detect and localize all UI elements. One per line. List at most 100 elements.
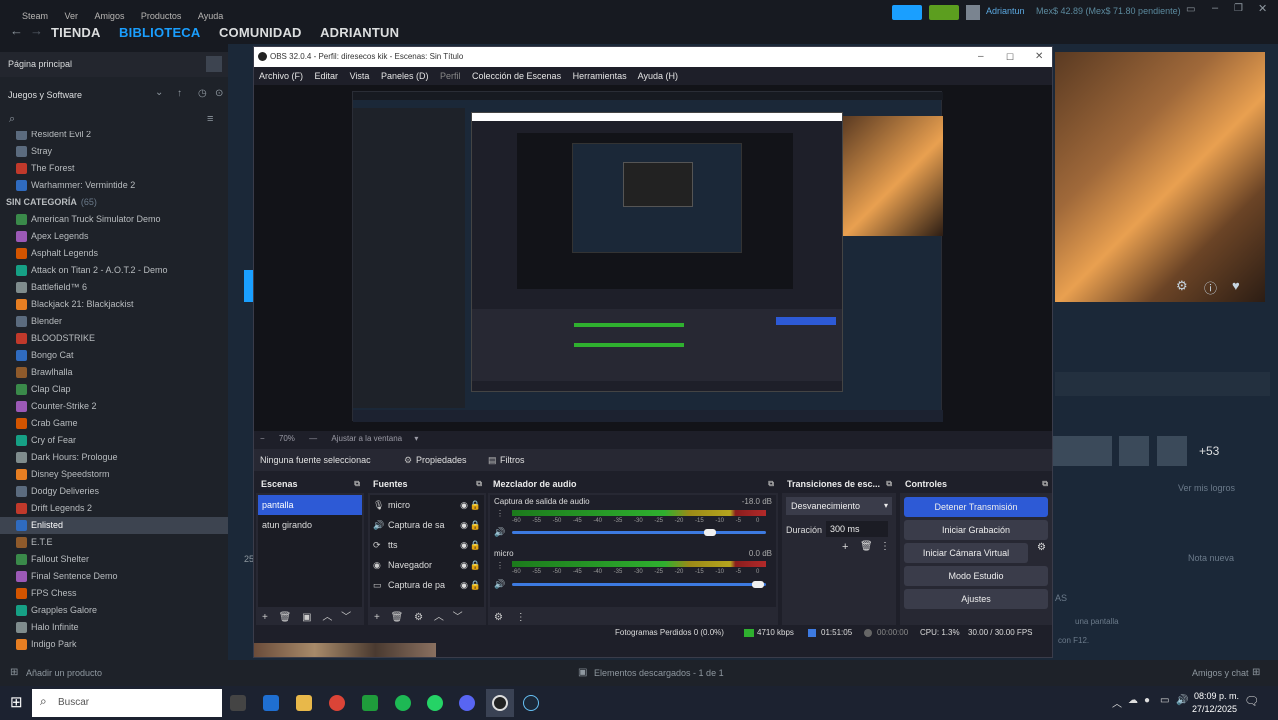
- lock-icon[interactable]: 🔒: [470, 495, 481, 515]
- maximize-icon[interactable]: ❐: [1234, 3, 1243, 14]
- caret-down-icon[interactable]: ▾: [414, 434, 418, 443]
- lock-icon[interactable]: 🔒: [470, 515, 481, 535]
- dock-float-icon[interactable]: ⧉: [354, 475, 360, 493]
- clock-time[interactable]: 08:09 p. m.: [1194, 691, 1239, 701]
- tray-display-icon[interactable]: ▭: [1160, 695, 1169, 706]
- scene-item[interactable]: atun girando: [258, 515, 362, 535]
- minus-icon[interactable]: −: [260, 434, 265, 443]
- add-icon[interactable]: +: [374, 612, 380, 623]
- game-list-item[interactable]: Blackjack 21: Blackjackist: [0, 296, 228, 313]
- downloads-status[interactable]: Elementos descargados - 1 de 1: [594, 660, 724, 686]
- dock-float-icon[interactable]: ⧉: [886, 475, 892, 493]
- duration-input[interactable]: 300 ms: [826, 521, 888, 537]
- lock-icon[interactable]: 🔒: [470, 535, 481, 555]
- back-arrow-icon[interactable]: ←: [10, 23, 23, 38]
- add-icon[interactable]: +: [262, 612, 268, 623]
- trash-icon[interactable]: 🗑: [279, 612, 292, 623]
- category-header[interactable]: SIN CATEGORÍA (65): [0, 194, 228, 211]
- play-filter-icon[interactable]: ⊙: [215, 88, 223, 99]
- achievements-link[interactable]: Ver mis logros: [1178, 483, 1235, 493]
- favorite-heart-icon[interactable]: ♥: [1232, 278, 1240, 293]
- add-icon[interactable]: +: [842, 541, 848, 553]
- kebab-menu-icon[interactable]: ⋮: [880, 541, 890, 552]
- game-list-item[interactable]: Apex Legends: [0, 228, 228, 245]
- speaker-icon[interactable]: 🔊: [494, 579, 505, 590]
- filter-icon[interactable]: ▤: [488, 449, 497, 471]
- dock-float-icon[interactable]: ⧉: [768, 475, 774, 493]
- game-list-item[interactable]: Crab Game: [0, 415, 228, 432]
- close-icon[interactable]: ✕: [1258, 2, 1267, 15]
- game-list-item[interactable]: Clap Clap: [0, 381, 228, 398]
- gear-icon[interactable]: ⚙: [404, 449, 412, 471]
- speaker-icon[interactable]: 🔊: [494, 527, 505, 538]
- visibility-eye-icon[interactable]: ◉: [460, 555, 468, 575]
- dock-float-icon[interactable]: ⧉: [476, 475, 482, 493]
- kebab-menu-icon[interactable]: ⋮: [496, 509, 504, 518]
- start-recording-button[interactable]: Iniciar Grabación: [904, 520, 1048, 540]
- nav-biblioteca[interactable]: BIBLIOTECA: [119, 25, 200, 40]
- game-list-item[interactable]: Brawlhalla: [0, 364, 228, 381]
- tray-volume-icon[interactable]: 🔊: [1176, 695, 1188, 706]
- sort-arrow-icon[interactable]: ↑: [177, 88, 182, 99]
- obs-menu-paneles[interactable]: Paneles (D): [381, 71, 429, 81]
- play-button-edge[interactable]: [244, 270, 253, 302]
- gear-icon[interactable]: ⚙: [414, 612, 423, 623]
- notifications-icon[interactable]: 🗨: [1244, 694, 1259, 708]
- achievement-icon-1[interactable]: [1053, 436, 1083, 466]
- obs-minimize-icon[interactable]: –: [978, 47, 984, 67]
- notifications-button[interactable]: [929, 5, 959, 20]
- xbox-icon[interactable]: [362, 695, 378, 711]
- settings-gear-icon[interactable]: ⚙: [1176, 278, 1188, 294]
- stop-streaming-button[interactable]: Detener Transmisión: [904, 497, 1048, 517]
- friends-chat-button[interactable]: Amigos y chat: [1192, 660, 1249, 686]
- menu-productos[interactable]: Productos: [141, 11, 182, 21]
- visibility-eye-icon[interactable]: ◉: [460, 515, 468, 535]
- chevron-down-icon[interactable]: ⌄: [155, 87, 163, 98]
- achievement-icon-3[interactable]: [1119, 436, 1149, 466]
- obs-menu-herramientas[interactable]: Herramientas: [573, 71, 627, 81]
- trash-icon[interactable]: 🗑: [860, 541, 873, 552]
- move-up-icon[interactable]: ︿: [434, 612, 444, 623]
- grid-view-icon[interactable]: [206, 56, 222, 72]
- game-list-item[interactable]: Blender: [0, 313, 228, 330]
- game-list-item[interactable]: Drift Legends 2: [0, 500, 228, 517]
- game-list-item[interactable]: Indigo Park: [0, 636, 228, 653]
- spotify-icon[interactable]: [395, 695, 411, 711]
- move-up-icon[interactable]: ︿: [322, 612, 332, 623]
- recent-clock-icon[interactable]: ◷: [198, 88, 207, 99]
- scene-filter-icon[interactable]: ▣: [302, 612, 311, 623]
- menu-ayuda[interactable]: Ayuda: [198, 11, 223, 21]
- file-explorer-icon[interactable]: [296, 695, 312, 711]
- minimize-icon[interactable]: –: [1212, 2, 1218, 14]
- scene-item[interactable]: pantalla: [258, 495, 362, 515]
- game-list-item[interactable]: Cry of Fear: [0, 432, 228, 449]
- fit-window-select[interactable]: Ajustar a la ventana: [331, 434, 402, 443]
- taskbar-search[interactable]: ⌕ Buscar: [32, 689, 222, 717]
- obs-preview[interactable]: [254, 85, 1052, 431]
- search-icon[interactable]: ⌕: [9, 113, 15, 126]
- game-list-item[interactable]: Halo Infinite: [0, 619, 228, 636]
- filters-button[interactable]: Filtros: [500, 449, 525, 471]
- virtual-camera-settings-icon[interactable]: ⚙: [1037, 542, 1046, 553]
- obs-maximize-icon[interactable]: ☐: [1006, 47, 1014, 67]
- forward-arrow-icon[interactable]: →: [30, 23, 43, 38]
- settings-button[interactable]: Ajustes: [904, 589, 1048, 609]
- obs-menu-escenas[interactable]: Colección de Escenas: [472, 71, 561, 81]
- nav-tienda[interactable]: TIENDA: [51, 25, 101, 40]
- properties-button[interactable]: Propiedades: [416, 449, 467, 471]
- obs-menu-perfil[interactable]: Perfil: [440, 71, 461, 81]
- achievement-icon-2[interactable]: [1082, 436, 1112, 466]
- volume-slider-knob[interactable]: [704, 529, 717, 536]
- game-list-item[interactable]: BLOODSTRIKE: [0, 330, 228, 347]
- kebab-menu-icon[interactable]: ⋮: [516, 612, 526, 623]
- obs-menu-ayuda[interactable]: Ayuda (H): [638, 71, 678, 81]
- steam-taskbar-icon[interactable]: [523, 695, 539, 711]
- friends-chat-icon[interactable]: ⊞: [1252, 660, 1260, 686]
- game-list-item[interactable]: Final Sentence Demo: [0, 568, 228, 585]
- trash-icon[interactable]: 🗑: [391, 612, 404, 623]
- discord-icon[interactable]: [459, 695, 475, 711]
- game-list-item[interactable]: Attack on Titan 2 - A.O.T.2 - Demo: [0, 262, 228, 279]
- lock-icon[interactable]: 🔒: [470, 575, 481, 595]
- zoom-slider[interactable]: —: [309, 434, 317, 443]
- volume-slider[interactable]: [512, 529, 766, 536]
